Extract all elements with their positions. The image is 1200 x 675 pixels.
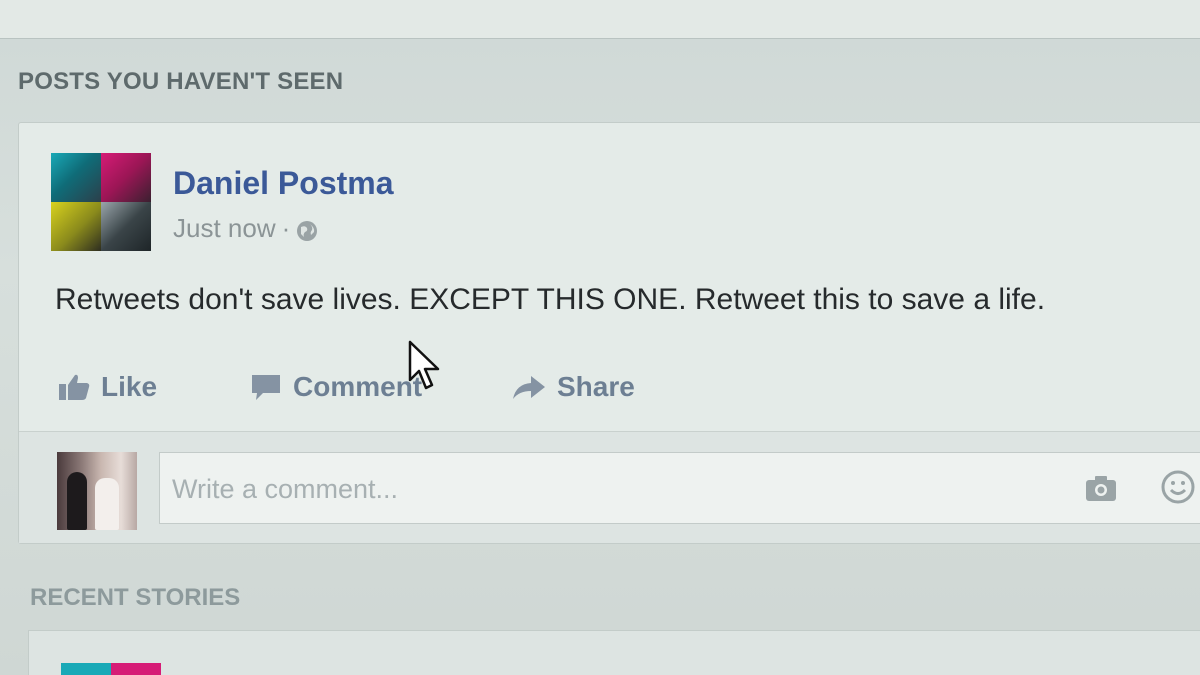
previous-post-card (0, 0, 1200, 39)
post-actions: Like Comment Share (57, 371, 635, 403)
comment-button[interactable]: Comment (249, 371, 511, 403)
share-label: Share (557, 371, 635, 402)
author-avatar[interactable] (51, 153, 151, 251)
section-header-recent: RECENT STORIES (30, 584, 241, 611)
next-post-avatar[interactable] (61, 663, 161, 675)
post-meta: Just now · (173, 213, 318, 244)
smiley-icon[interactable] (1160, 469, 1196, 505)
meta-separator: · (281, 213, 291, 243)
globe-icon[interactable] (296, 218, 318, 241)
post-text: Retweets don't save lives. EXCEPT THIS O… (55, 283, 1046, 316)
thumbs-up-icon (57, 372, 91, 402)
next-post-card (28, 630, 1200, 675)
section-header-unseen: POSTS YOU HAVEN'T SEEN (18, 68, 344, 95)
share-button[interactable]: Share (511, 371, 635, 403)
camera-icon[interactable] (1084, 473, 1118, 503)
timestamp-link[interactable]: Just now (173, 213, 276, 244)
comment-field[interactable] (159, 452, 1200, 525)
speech-bubble-icon (249, 372, 283, 402)
share-arrow-icon (511, 372, 547, 402)
comment-area (19, 432, 1200, 543)
author-name-link[interactable]: Daniel Postma (173, 165, 394, 202)
screen: POSTS YOU HAVEN'T SEEN Daniel Postma Jus… (0, 0, 1200, 675)
comment-label: Comment (293, 371, 423, 402)
commenter-avatar[interactable] (57, 452, 137, 530)
comment-input[interactable] (170, 453, 1054, 525)
post-card: Daniel Postma Just now · Retweets don't … (18, 122, 1200, 544)
like-button[interactable]: Like (57, 371, 249, 403)
like-label: Like (101, 371, 158, 402)
